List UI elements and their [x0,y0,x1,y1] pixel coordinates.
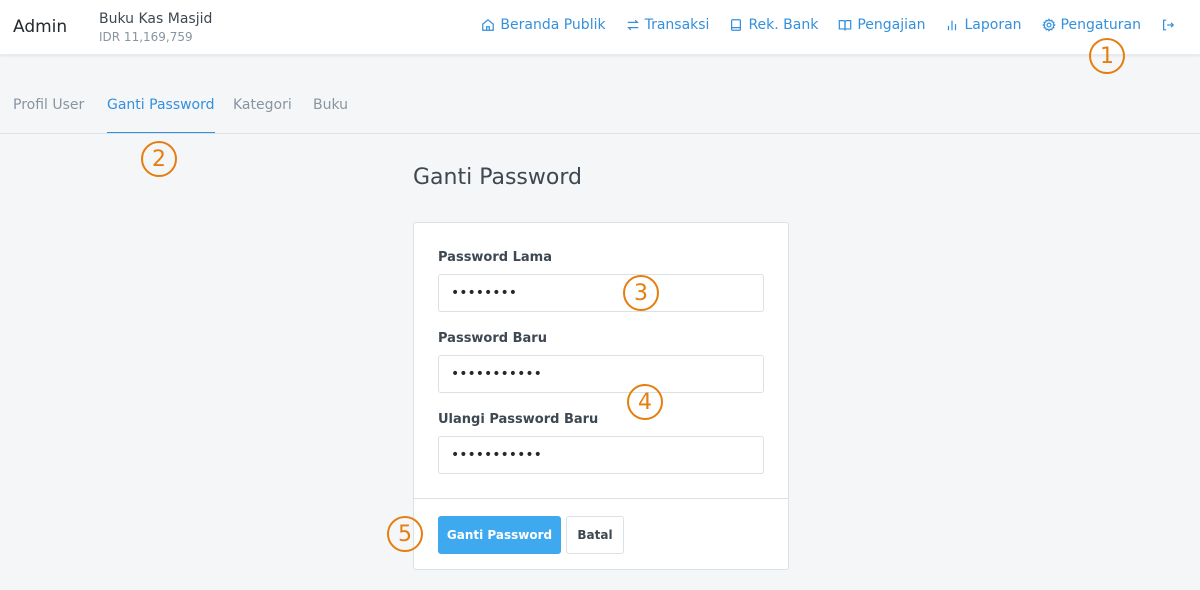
tab-kategori[interactable]: Kategori [233,97,292,132]
top-navbar: Admin Buku Kas Masjid IDR 11,169,759 Ber… [0,0,1200,55]
tab-ganti-password[interactable]: Ganti Password [107,97,215,133]
nav-link-label: Pengajian [857,17,926,33]
new-password-field[interactable] [438,355,764,393]
nav-link-label: Beranda Publik [500,17,606,33]
nav-link-transaksi[interactable]: Transaksi [626,17,710,33]
gear-icon [1041,18,1056,32]
annotation-marker-4: 4 [627,384,663,420]
nav-link-beranda-publik[interactable]: Beranda Publik [481,17,606,33]
old-password-field[interactable] [438,274,764,312]
annotation-marker-3: 3 [623,275,659,311]
cancel-button[interactable]: Batal [566,516,624,554]
change-password-button[interactable]: Ganti Password [438,516,561,554]
nav-link-label: Rek. Bank [748,17,819,33]
nav-link-label: Pengaturan [1060,17,1141,33]
nav-link-rek-bank[interactable]: Rek. Bank [729,17,818,33]
brand-title[interactable]: Admin [13,17,67,37]
nav-links: Beranda Publik Transaksi Rek. Bank Penga… [461,17,1175,33]
tab-buku[interactable]: Buku [313,97,348,132]
logout-icon [1163,19,1175,31]
home-icon [482,18,495,31]
open-book-icon [839,20,852,31]
bar-chart-icon [948,20,957,31]
annotation-marker-1: 1 [1089,38,1125,74]
nav-link-pengajian[interactable]: Pengajian [838,17,925,33]
annotation-marker-2: 2 [141,141,177,177]
nav-link-pengaturan[interactable]: Pengaturan [1041,17,1141,33]
settings-tab-bar: Profil User Ganti Password Kategori Buku [0,56,1200,134]
organization-balance: IDR 11,169,759 [99,30,193,44]
new-password-label: Password Baru [438,331,547,346]
page-title: Ganti Password [413,165,582,190]
old-password-label: Password Lama [438,250,552,265]
book-icon [731,19,742,31]
tab-profil-user[interactable]: Profil User [13,97,84,132]
card-footer: Ganti Password Batal [414,498,788,570]
refresh-icon [626,19,639,31]
change-password-card: Password Lama Password Baru Ulangi Passw… [413,222,789,570]
nav-link-laporan[interactable]: Laporan [945,17,1022,33]
nav-link-label: Transaksi [644,17,710,33]
nav-link-label: Laporan [964,17,1022,33]
annotation-marker-5: 5 [387,516,423,552]
logout-button[interactable] [1161,18,1175,32]
organization-name: Buku Kas Masjid [99,11,213,27]
organization-info: Buku Kas Masjid IDR 11,169,759 [99,10,212,46]
confirm-password-label: Ulangi Password Baru [438,412,599,427]
confirm-password-field[interactable] [438,436,764,474]
